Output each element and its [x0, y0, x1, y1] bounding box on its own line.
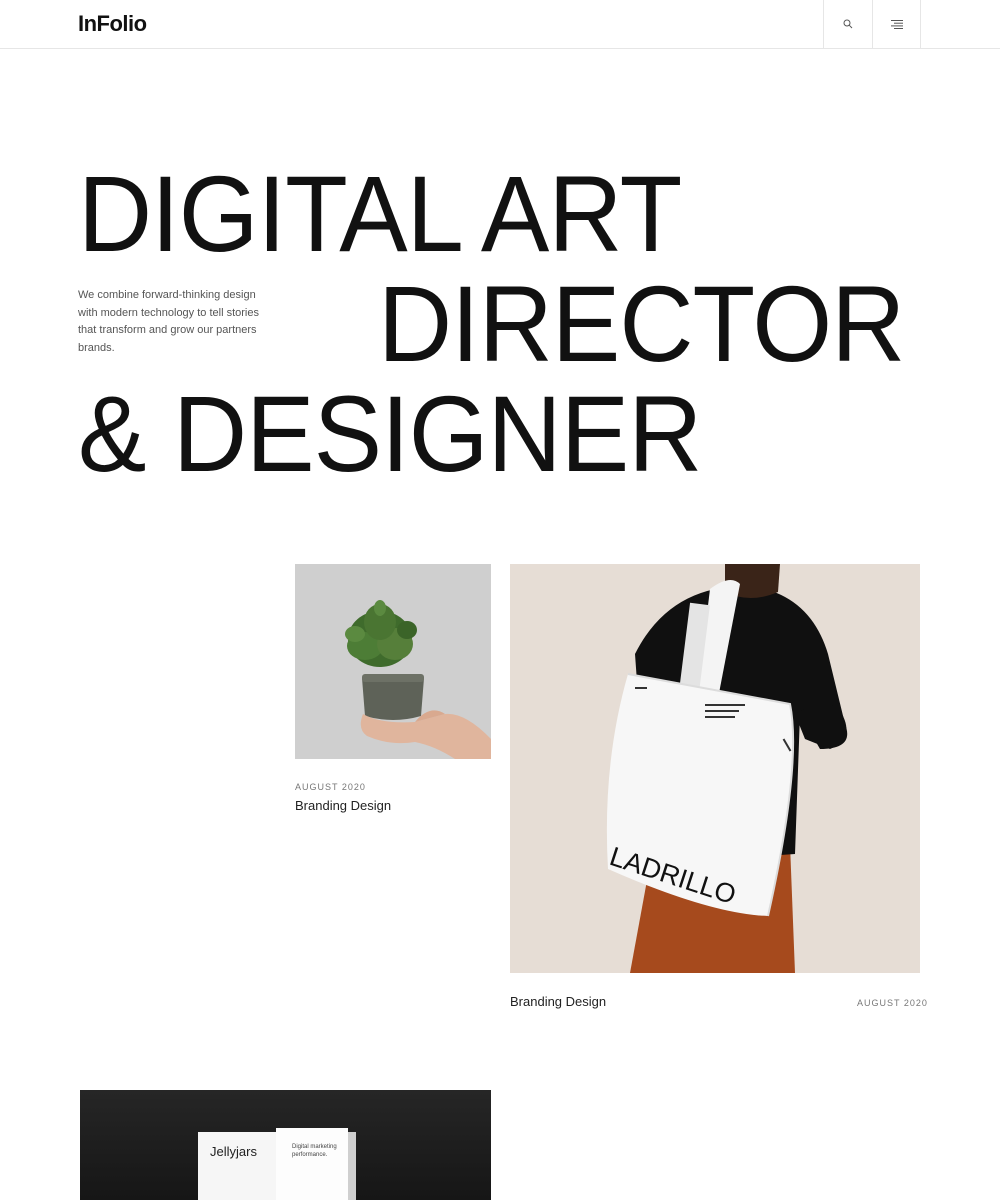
hamburger-menu-icon: [890, 19, 903, 29]
hero-title-line-1: DIGITAL ART: [78, 153, 682, 274]
box-tagline-text: Digital marketing: [292, 1144, 337, 1150]
project-image-tote-bag[interactable]: LADRILLO: [510, 564, 920, 973]
project-image-jellyjars-box[interactable]: Jellyjars Digital marketing performance.: [80, 1090, 491, 1200]
box-brand-text: Jellyjars: [210, 1144, 257, 1159]
menu-button[interactable]: [872, 0, 921, 48]
hero-title-line-2: DIRECTOR: [378, 263, 905, 384]
person-with-tote-bag-illustration: LADRILLO: [606, 564, 848, 973]
hero-title-line-3: & DESIGNER: [78, 373, 702, 494]
search-icon: [843, 19, 853, 29]
site-logo[interactable]: InFolio: [78, 11, 147, 37]
svg-text:performance.: performance.: [292, 1152, 328, 1158]
project-title[interactable]: Branding Design: [295, 798, 391, 813]
project-title[interactable]: Branding Design: [510, 994, 606, 1009]
project-image-plant[interactable]: [295, 564, 491, 759]
product-box-illustration: Jellyjars Digital marketing performance.: [198, 1128, 356, 1200]
project-date: AUGUST 2020: [295, 782, 366, 792]
site-header: InFolio: [0, 0, 1000, 49]
plant-in-hand-illustration: [345, 600, 491, 759]
search-button[interactable]: [823, 0, 872, 48]
project-date: AUGUST 2020: [857, 998, 928, 1008]
hero-intro-text: We combine forward-thinking design with …: [78, 289, 259, 354]
